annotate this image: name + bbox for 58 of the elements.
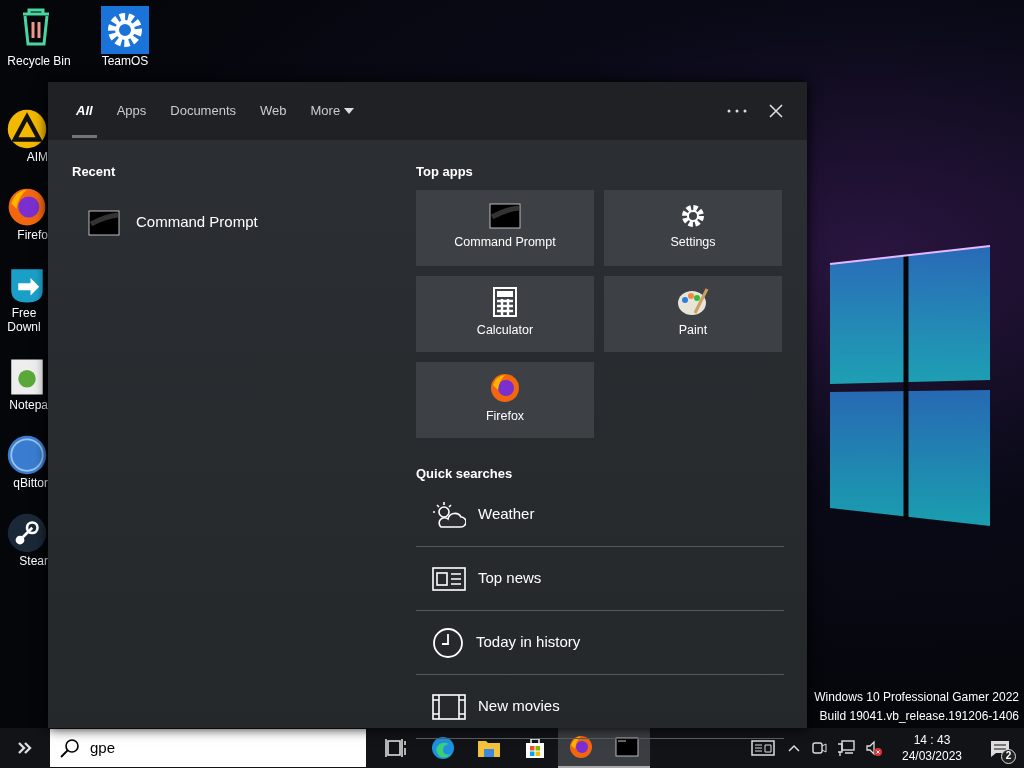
filter-tab[interactable]: Documents <box>158 82 248 140</box>
more-options-icon[interactable] <box>727 109 747 113</box>
caret-icon <box>344 108 355 114</box>
desktop-icon-label[interactable]: qBittor <box>13 476 48 490</box>
desktop-icon-label[interactable]: AIM <box>26 150 48 164</box>
clock[interactable]: 14 : 43 24/03/2023 <box>888 732 976 764</box>
desktop-icon-label[interactable]: Free Downl <box>0 306 48 334</box>
clock-time: 14 : 43 <box>912 732 952 748</box>
muted-speaker-icon[interactable] <box>865 738 883 758</box>
network-icon[interactable] <box>837 738 855 758</box>
desktop-watermark-text: Windows 10 Professional Gamer 2022 <box>814 689 1019 706</box>
wave-logo-icon <box>431 736 455 760</box>
section-heading: Recent <box>72 163 117 181</box>
clock-date: 24/03/2023 <box>900 748 964 764</box>
gear-icon <box>101 6 149 54</box>
terminal-icon <box>489 203 521 230</box>
notifications-button[interactable]: 2 <box>976 728 1024 768</box>
filter-tab[interactable]: Apps <box>104 82 159 140</box>
search-icon <box>60 738 80 758</box>
triangle-logo-icon <box>6 108 48 150</box>
taskbar-app-button[interactable] <box>558 728 604 768</box>
terminal-icon <box>88 209 120 236</box>
cloud-sun-icon <box>432 500 466 529</box>
desktop-icon-label[interactable]: Recycle Bin <box>7 54 71 68</box>
search-box[interactable]: gpe <box>50 729 366 767</box>
quick-search-item[interactable]: Weather <box>416 483 784 547</box>
app-tile[interactable]: Calculator <box>416 275 594 352</box>
filter-tab[interactable]: Web <box>248 82 299 140</box>
palette-icon <box>677 287 709 318</box>
message-icon <box>990 739 1010 758</box>
desktop-icon-label[interactable]: TeamOS <box>101 54 149 68</box>
app-tile[interactable]: Firefox <box>416 361 594 438</box>
quick-search-item[interactable]: Top news <box>416 547 784 611</box>
taskbar-app-button[interactable] <box>604 728 650 768</box>
app-tile[interactable]: Paint <box>604 275 782 352</box>
terminal-icon <box>615 735 639 759</box>
recent-item[interactable]: Command Prompt <box>72 197 274 248</box>
app-tile[interactable]: Command Prompt <box>416 189 594 266</box>
quick-search-item[interactable]: Today in history <box>416 611 784 675</box>
calculator-icon <box>493 287 517 318</box>
section-heading: Quick searches <box>416 464 514 483</box>
notification-count-badge: 2 <box>1001 749 1016 764</box>
clock-icon <box>432 626 464 659</box>
task-view-icon <box>385 736 409 760</box>
settings-icon <box>680 203 706 230</box>
shopping-bag-icon <box>523 736 547 760</box>
film-icon <box>432 693 466 720</box>
meet-now-icon[interactable] <box>749 738 777 758</box>
section-heading: Top apps <box>416 163 474 181</box>
desktop-watermark-text: Build 19041.vb_release.191206-1406 <box>818 708 1019 725</box>
more-menu[interactable]: More <box>298 82 367 140</box>
close-icon[interactable] <box>769 104 783 118</box>
app-tile[interactable]: Settings <box>604 189 782 266</box>
desktop-icon-label[interactable]: Notepa <box>9 398 48 412</box>
filter-tab[interactable]: All <box>64 82 105 140</box>
newspaper-icon <box>432 566 466 591</box>
desktop-icon-label[interactable]: Stear <box>19 554 48 568</box>
desktop-icon-label[interactable]: Firefo <box>17 228 48 242</box>
